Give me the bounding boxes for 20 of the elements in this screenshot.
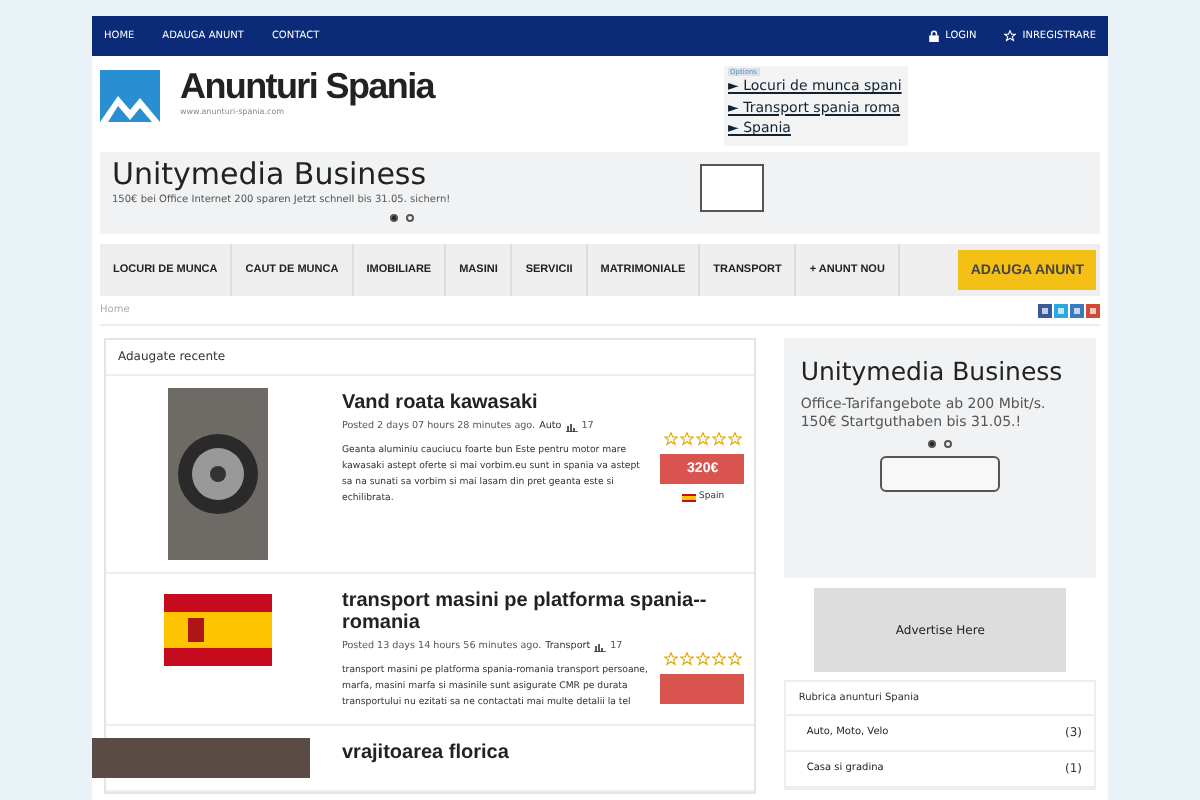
bar-chart-icon (565, 422, 578, 432)
carousel-dot[interactable] (944, 440, 953, 448)
listing-title[interactable]: transport masini pe platforma spania--romania (342, 590, 747, 634)
ad-title: Unitymedia Business (112, 156, 429, 194)
site-title: Anunturi Spania (180, 66, 434, 106)
mountain-logo-icon (100, 70, 160, 122)
ad-title: Unitymedia Business (800, 356, 1065, 386)
carousel-dot[interactable] (928, 440, 937, 448)
listing-title[interactable]: Vand roata kawasaki (342, 392, 747, 414)
star-icon (1004, 30, 1017, 42)
price-tag (660, 674, 745, 704)
bar-chart-icon (594, 642, 607, 652)
spain-flag-icon (681, 493, 696, 501)
lock-icon (927, 30, 940, 42)
carousel-dot[interactable] (406, 214, 414, 222)
carousel-dot[interactable] (390, 214, 398, 222)
spain-flag-picture (164, 594, 272, 666)
listing-title[interactable]: vrajitoarea florica (342, 742, 747, 764)
ad-next-button[interactable] (700, 164, 764, 212)
ad-next-button[interactable] (880, 456, 1001, 492)
